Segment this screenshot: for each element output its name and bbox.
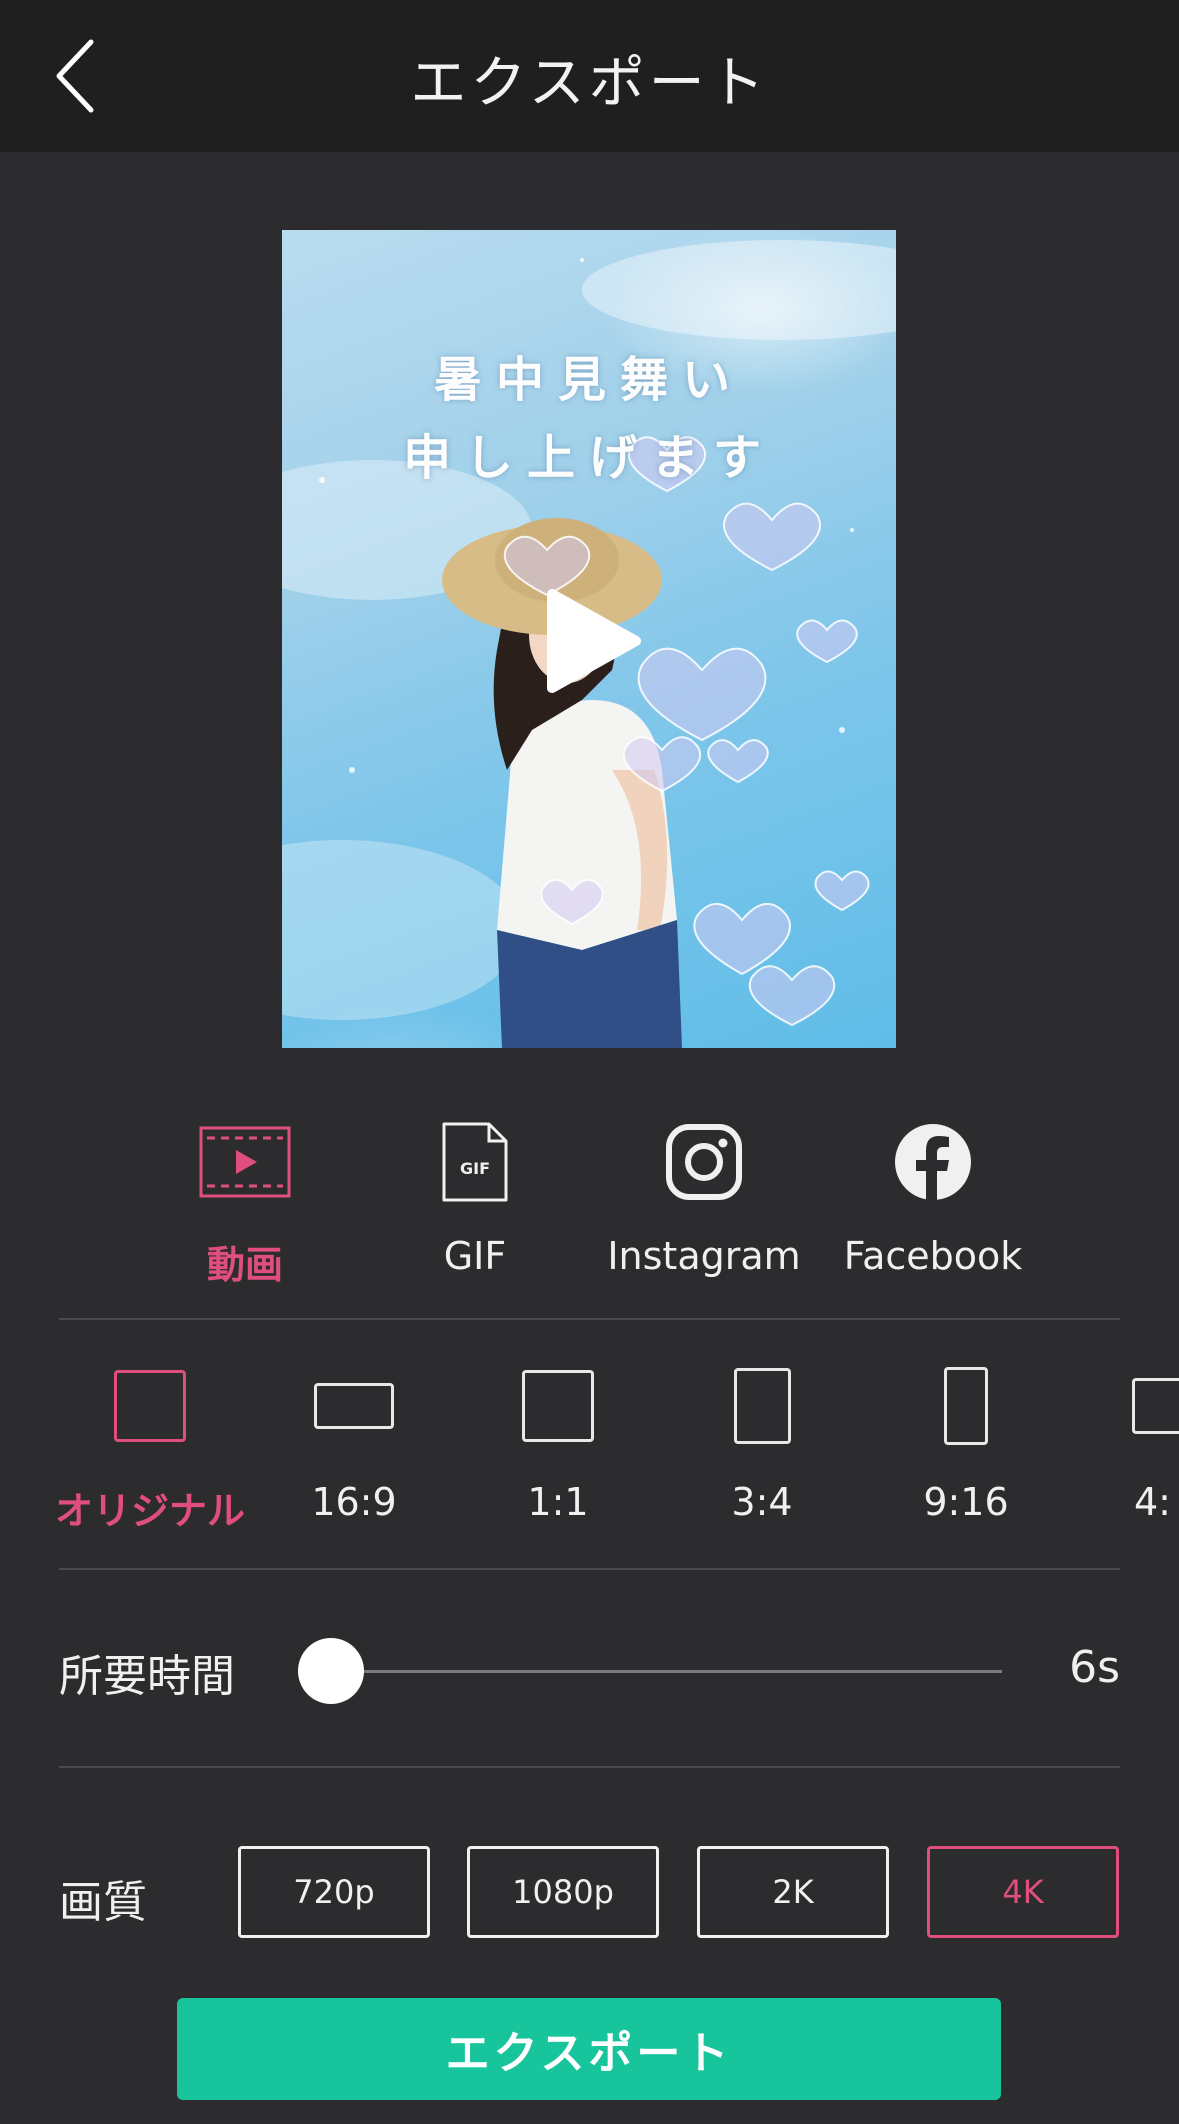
aspect-original-icon xyxy=(114,1370,186,1442)
aspect-16-9-icon xyxy=(314,1383,394,1429)
aspect-9-16[interactable]: 9:16 xyxy=(866,1360,1066,1540)
export-type-label: Instagram xyxy=(607,1234,801,1278)
svg-text:GIF: GIF xyxy=(460,1159,490,1178)
play-icon xyxy=(547,589,641,693)
aspect-label: 4: xyxy=(1134,1480,1171,1524)
aspect-4-x[interactable]: 4: xyxy=(1070,1360,1179,1540)
aspect-label: 9:16 xyxy=(923,1480,1009,1524)
aspect-ratio-selector[interactable]: オリジナル 16:9 1:1 3:4 9:16 4: xyxy=(0,1360,1179,1540)
facebook-icon xyxy=(895,1124,971,1201)
duration-slider-track[interactable] xyxy=(330,1670,1002,1673)
export-type-video[interactable]: 動画 xyxy=(140,1118,350,1288)
preview-caption-line2: 申し上げます xyxy=(402,430,775,486)
aspect-16-9[interactable]: 16:9 xyxy=(254,1360,454,1540)
duration-value: 6s xyxy=(1069,1642,1120,1693)
aspect-1-1-icon xyxy=(522,1370,594,1442)
preview-caption-line1: 暑中見舞い xyxy=(433,352,744,408)
instagram-icon xyxy=(666,1124,742,1200)
export-type-selector: 動画 GIF GIF Instagram Facebook xyxy=(0,1118,1179,1288)
export-type-label: 動画 xyxy=(206,1243,283,1287)
export-type-facebook[interactable]: Facebook xyxy=(828,1118,1038,1288)
play-button[interactable] xyxy=(544,586,644,696)
quality-4k-button[interactable]: 4K xyxy=(927,1846,1119,1938)
aspect-3-4-icon xyxy=(733,1368,791,1444)
divider xyxy=(59,1568,1120,1570)
duration-label: 所要時間 xyxy=(59,1651,235,1702)
aspect-4-x-icon xyxy=(1132,1378,1179,1434)
quality-2k-button[interactable]: 2K xyxy=(697,1846,889,1938)
top-bar: エクスポート xyxy=(0,0,1179,152)
video-icon xyxy=(199,1126,291,1198)
duration-slider-thumb[interactable] xyxy=(298,1638,364,1704)
divider xyxy=(59,1318,1120,1320)
export-button[interactable]: エクスポート xyxy=(177,1998,1001,2100)
export-type-instagram[interactable]: Instagram xyxy=(599,1118,809,1288)
aspect-9-16-icon xyxy=(944,1367,988,1445)
aspect-original[interactable]: オリジナル xyxy=(50,1360,250,1540)
aspect-1-1[interactable]: 1:1 xyxy=(458,1360,658,1540)
quality-label: 画質 xyxy=(59,1877,147,1928)
quality-720p-button[interactable]: 720p xyxy=(238,1846,430,1938)
quality-1080p-button[interactable]: 1080p xyxy=(467,1846,659,1938)
video-preview[interactable]: 暑中見舞い 申し上げます xyxy=(282,230,896,1048)
export-type-label: GIF xyxy=(443,1234,507,1278)
gif-file-icon: GIF xyxy=(442,1122,508,1202)
export-type-gif[interactable]: GIF GIF xyxy=(370,1118,580,1288)
aspect-3-4[interactable]: 3:4 xyxy=(662,1360,862,1540)
export-type-label: Facebook xyxy=(843,1234,1023,1278)
divider xyxy=(59,1766,1120,1768)
page-title: エクスポート xyxy=(410,51,769,116)
